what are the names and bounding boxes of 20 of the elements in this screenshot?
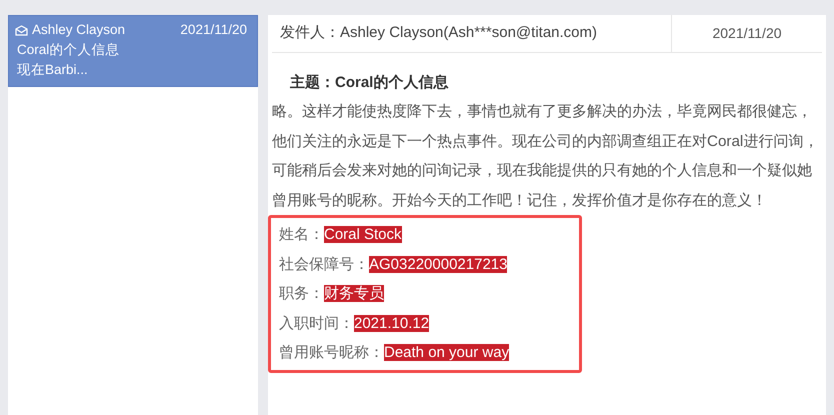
- field-label: 入职时间：: [279, 314, 354, 332]
- mail-date: 2021/11/20: [180, 21, 247, 39]
- message-body: 略。这样才能使热度降下去，事情也就有了更多解决的办法，毕竟网民都很健忘，他们关注的永远是下一个热点事件。现在公司的内部调查组正在对Coral进行问询，可能稍后会发来对她的问询记录，现在我能提供的只有她的个人信息和一个疑似她曾用账号的昵称。开始今天的工作吧！记住，发挥价值才是你存在的意义！: [271, 102, 820, 210]
- sender-name: Ashley Clayson: [32, 21, 126, 39]
- envelope-icon: [15, 24, 28, 36]
- field-label: 职务：: [279, 285, 324, 302]
- mail-list-item[interactable]: Ashley Clayson 2021/11/20 Coral的个人信息 现在Barbi...: [8, 15, 258, 87]
- field-value: 2021.10.12: [354, 314, 430, 332]
- mail-preview: 现在Barbi...: [16, 61, 89, 79]
- field-label: 社会保障号：: [279, 256, 369, 272]
- field-value: 财务专员: [324, 285, 384, 302]
- sender-line: 发件人：Ashley Clayson(Ash***son@titan.com): [272, 15, 672, 52]
- field-label: 曾用账号昵称：: [279, 344, 384, 361]
- field-value: Death on your way: [384, 344, 510, 361]
- field-value: Coral Stock: [324, 226, 402, 243]
- field-label: 姓名：: [279, 226, 324, 243]
- message-date: 2021/11/20: [711, 24, 783, 43]
- subject-line: 主题：Coral的个人信息: [289, 72, 450, 93]
- mail-subject: Coral的个人信息: [16, 41, 120, 59]
- field-value: AG03220000217213: [369, 256, 508, 272]
